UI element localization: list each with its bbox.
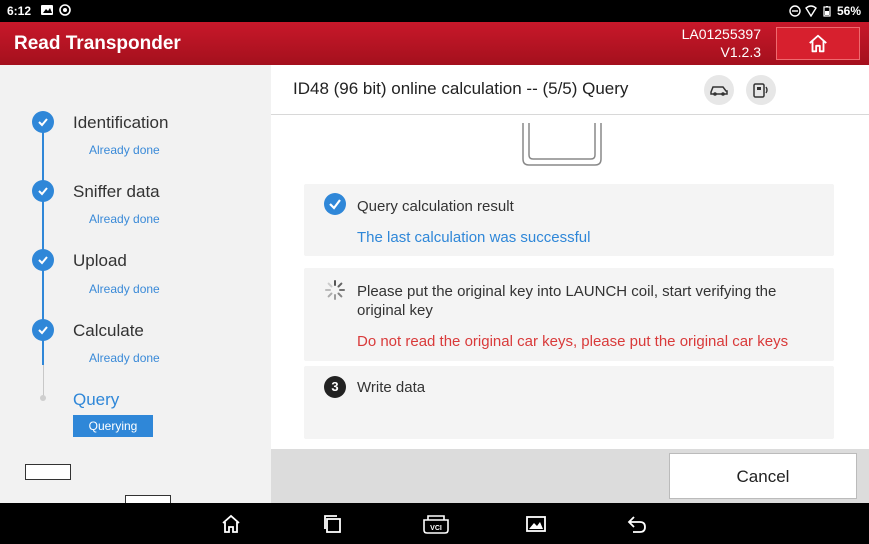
- footer-bar: Cancel: [271, 449, 869, 503]
- vci-device-button[interactable]: [746, 75, 776, 105]
- serial-number: LA01255397: [681, 26, 761, 42]
- query-result-card: Query calculation result The last calcul…: [304, 184, 834, 256]
- blank-box: [25, 464, 71, 480]
- wifi-icon: [805, 5, 817, 17]
- status-right: 56%: [789, 4, 861, 18]
- check-icon: [324, 193, 346, 215]
- verify-key-card: Please put the original key into LAUNCH …: [304, 268, 834, 361]
- nav-gallery-button[interactable]: [524, 512, 548, 536]
- step-status: Already done: [89, 212, 160, 226]
- android-nav-bar: VCI: [0, 503, 869, 544]
- nav-home-button[interactable]: [219, 512, 243, 536]
- write-data-card: 3 Write data: [304, 366, 834, 439]
- step-status: Already done: [89, 282, 160, 296]
- step-current-dot: [40, 395, 46, 401]
- step-calculate: Calculate: [73, 321, 144, 340]
- battery-percent: 56%: [836, 4, 861, 18]
- battery-icon: [823, 6, 831, 17]
- vci-label: VCI: [430, 525, 442, 532]
- step-identification: Identification: [73, 113, 169, 132]
- step-done-check-icon: [32, 111, 54, 133]
- step-sniffer-data: Sniffer data: [73, 182, 160, 201]
- status-bar: 6:12 56%: [0, 0, 869, 22]
- step-upload: Upload: [73, 251, 127, 270]
- page-title: ID48 (96 bit) online calculation -- (5/5…: [293, 79, 629, 98]
- cancel-button[interactable]: Cancel: [669, 453, 857, 499]
- card-success-message: The last calculation was successful: [357, 229, 591, 246]
- step-status: Already done: [89, 351, 160, 365]
- status-time: 6:12: [7, 4, 32, 18]
- title-bar: Read Transponder LA01255397 V1.2.3: [0, 22, 869, 65]
- recent-apps-icon: [324, 515, 341, 533]
- steps-panel: Identification Already done Sniffer data…: [0, 65, 271, 511]
- spinner-icon: [325, 280, 345, 300]
- notification-image-icon: [40, 3, 54, 17]
- gallery-icon: [526, 516, 546, 532]
- step-number-badge: 3: [324, 376, 346, 398]
- version-label: V1.2.3: [720, 44, 761, 60]
- step-done-check-icon: [32, 249, 54, 271]
- dnd-icon: [789, 5, 801, 17]
- step-status: Already done: [89, 143, 160, 157]
- step-query: Query: [73, 390, 120, 409]
- car-icon: [710, 86, 728, 96]
- app-title: Read Transponder: [14, 33, 181, 54]
- step-done-check-icon: [32, 319, 54, 341]
- device-info: LA01255397 V1.2.3: [682, 25, 761, 61]
- car-info-button[interactable]: [704, 75, 734, 105]
- vci-icon: VCI: [423, 515, 449, 534]
- querying-badge: Querying: [73, 415, 153, 437]
- home-button[interactable]: [776, 27, 860, 60]
- home-icon: [222, 514, 240, 533]
- notification-settings-icon: [58, 3, 72, 17]
- card-warning-message: Do not read the original car keys, pleas…: [357, 333, 789, 350]
- card-title: Please put the original key into LAUNCH …: [357, 283, 777, 319]
- card-title: Query calculation result: [357, 198, 514, 215]
- main-panel: ID48 (96 bit) online calculation -- (5/5…: [271, 65, 869, 503]
- step-connector: [43, 365, 44, 397]
- nav-vci-button[interactable]: VCI: [421, 512, 451, 536]
- coil-illustration: [522, 123, 602, 166]
- card-title: Write data: [357, 379, 426, 396]
- nav-recents-button[interactable]: [321, 512, 345, 536]
- back-icon: [627, 516, 646, 533]
- step-done-check-icon: [32, 180, 54, 202]
- step-header: ID48 (96 bit) online calculation -- (5/5…: [271, 65, 869, 115]
- vci-device-icon: [753, 83, 768, 98]
- home-icon: [809, 34, 827, 52]
- nav-back-button[interactable]: [625, 512, 649, 536]
